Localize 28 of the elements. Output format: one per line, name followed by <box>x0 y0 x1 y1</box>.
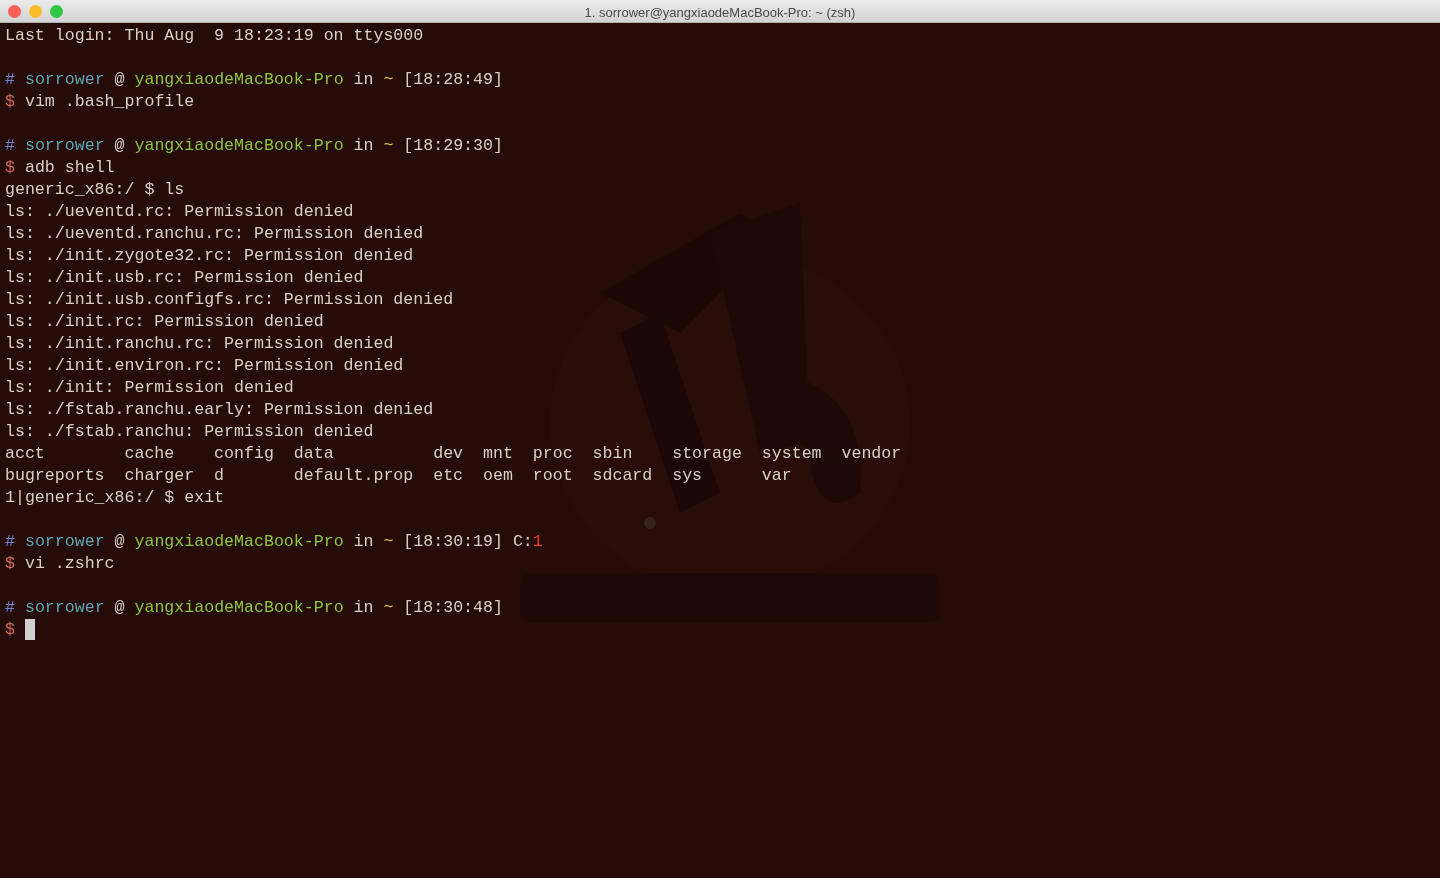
terminal-line: # sorrower @ yangxiaodeMacBook-Pro in ~ [18:30:19] C:1 <box>5 531 543 553</box>
window-title: 1. sorrower@yangxiaodeMacBook-Pro: ~ (zsh) <box>584 5 856 20</box>
terminal-line: ls: ./fstab.ranchu.early: Permission denied <box>5 399 434 421</box>
terminal-line: # sorrower @ yangxiaodeMacBook-Pro in ~ [18:30:48] <box>5 597 503 619</box>
terminal-line: acct cache config data dev mnt proc sbin storage system vendor <box>5 443 902 465</box>
terminal-line: # sorrower @ yangxiaodeMacBook-Pro in ~ [18:29:30] <box>5 135 503 157</box>
terminal-line: ls: ./init.ranchu.rc: Permission denied <box>5 333 394 355</box>
terminal-line: ls: ./init.usb.configfs.rc: Permission denied <box>5 289 454 311</box>
terminal-line: $ vi .zshrc <box>5 553 115 575</box>
terminal-line: $ <box>5 619 15 641</box>
terminal-line: ls: ./init.environ.rc: Permission denied <box>5 355 404 377</box>
terminal-line: 1|generic_x86:/ $ exit <box>5 487 225 509</box>
terminal-line: ls: ./ueventd.ranchu.rc: Permission denied <box>5 223 424 245</box>
terminal-line: ls: ./ueventd.rc: Permission denied <box>5 201 354 223</box>
zoom-button[interactable] <box>50 5 63 18</box>
minimize-button[interactable] <box>29 5 42 18</box>
close-button[interactable] <box>8 5 21 18</box>
terminal-line: ls: ./init.zygote32.rc: Permission denied <box>5 245 414 267</box>
terminal-line: ls: ./init.usb.rc: Permission denied <box>5 267 364 289</box>
terminal-line: # sorrower @ yangxiaodeMacBook-Pro in ~ [18:28:49] <box>5 69 503 91</box>
terminal-line: ls: ./fstab.ranchu: Permission denied <box>5 421 374 443</box>
terminal-line: generic_x86:/ $ ls <box>5 179 185 201</box>
terminal-line: ls: ./init.rc: Permission denied <box>5 311 324 333</box>
terminal-line: $ adb shell <box>5 157 115 179</box>
terminal-line: $ vim .bash_profile <box>5 91 195 113</box>
terminal-line: bugreports charger d default.prop etc oem root sdcard sys var <box>5 465 792 487</box>
terminal-line: ls: ./init: Permission denied <box>5 377 294 399</box>
terminal-line: Last login: Thu Aug 9 18:23:19 on ttys000 <box>5 25 424 47</box>
